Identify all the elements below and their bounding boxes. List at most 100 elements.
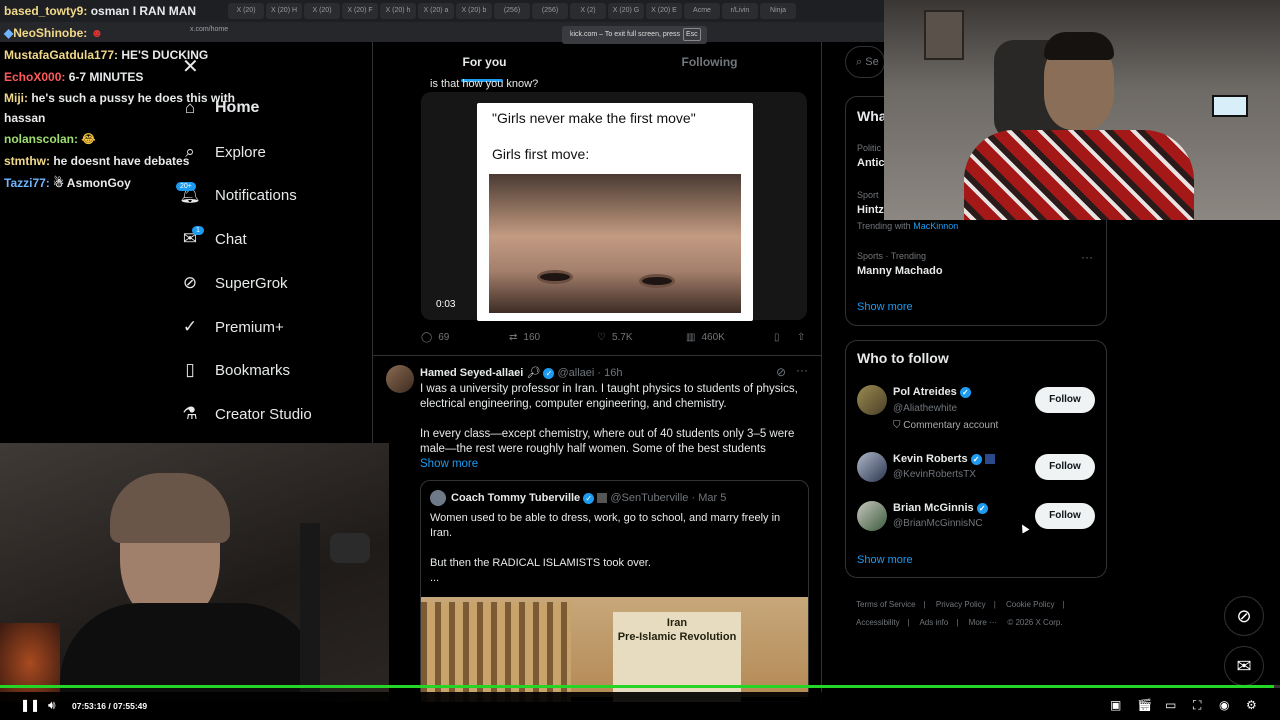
- grok-icon[interactable]: ⊘: [776, 365, 786, 379]
- more-icon[interactable]: ···: [796, 363, 808, 377]
- show-more-link[interactable]: Show more: [420, 457, 800, 472]
- trends-header: Wha: [857, 108, 887, 124]
- settings-icon[interactable]: ⚙: [1246, 698, 1257, 712]
- speed-icon[interactable]: ◉: [1219, 698, 1229, 712]
- nav-premium[interactable]: ✓ Premium+: [180, 317, 284, 337]
- suggest-handle: @BrianMcGinnisNC: [893, 518, 983, 529]
- follow-button[interactable]: Follow: [1035, 503, 1095, 529]
- suggest-name[interactable]: Pol Atreides ✓: [893, 386, 971, 398]
- browser-tab[interactable]: X (20) H: [266, 3, 302, 19]
- trend-item[interactable]: Antic: [857, 157, 885, 169]
- magnifier-icon: 🔎︎: [526, 367, 541, 379]
- webcam-streamer: [0, 443, 389, 702]
- reply-button[interactable]: ◯ 69: [421, 332, 449, 343]
- footer-link[interactable]: Privacy Policy: [936, 600, 986, 609]
- author-handle[interactable]: @allaei: [558, 367, 595, 379]
- trends-show-more[interactable]: Show more: [857, 301, 913, 313]
- trend-category: Sports · Trending: [857, 251, 927, 261]
- monitor-shape: [1212, 95, 1248, 117]
- esc-key: Esc: [682, 28, 701, 41]
- laugh-emote-icon: 😂︎: [81, 132, 96, 146]
- messages-fab[interactable]: ✉: [1224, 646, 1264, 686]
- browser-tab[interactable]: (256): [532, 3, 568, 19]
- more-icon[interactable]: ···: [1081, 250, 1093, 264]
- tweet-paragraph: In every class—except chemistry, where o…: [420, 428, 795, 455]
- who-show-more[interactable]: Show more: [857, 554, 913, 566]
- avatar[interactable]: [386, 365, 414, 393]
- nav-supergrok[interactable]: ⊘ SuperGrok: [180, 273, 288, 293]
- trend-item[interactable]: Hintz: [857, 204, 884, 216]
- tweet-header: Hamed Seyed-allaei 🔎︎ ✓ @allaei · 16h: [420, 367, 623, 379]
- badge-icon: ☃: [53, 176, 64, 190]
- avatar[interactable]: [857, 385, 887, 415]
- views-button[interactable]: ▥ 460K: [686, 332, 725, 343]
- trend-item[interactable]: Manny Machado: [857, 265, 943, 277]
- grok-fab[interactable]: ⊘: [1224, 596, 1264, 636]
- browser-tab[interactable]: X (20) E: [646, 3, 682, 19]
- suggest-name[interactable]: Brian McGinnis ✓: [893, 502, 988, 514]
- browser-tab[interactable]: X (2): [570, 3, 606, 19]
- browser-tab[interactable]: X (20) a: [418, 3, 454, 19]
- tab-following[interactable]: Following: [597, 44, 822, 82]
- follow-button[interactable]: Follow: [1035, 454, 1095, 480]
- footer-link[interactable]: Terms of Service: [856, 600, 916, 609]
- avatar[interactable]: [857, 452, 887, 482]
- eye-shape: [537, 270, 573, 284]
- meme-photo: [489, 174, 741, 313]
- browser-tab[interactable]: X (20) h: [380, 3, 416, 19]
- chat-message: stmthw: he doesnt have debates: [4, 154, 190, 168]
- suggest-handle: @KevinRobertsTX: [893, 469, 976, 480]
- meme-text-2: Girls first move:: [492, 146, 590, 162]
- browser-tab[interactable]: Acme: [684, 3, 720, 19]
- fullscreen-icon[interactable]: ⛶: [1193, 698, 1201, 713]
- flannel-shirt: [964, 130, 1194, 220]
- divider: [372, 355, 822, 356]
- author-name[interactable]: Hamed Seyed-allaei: [420, 367, 523, 379]
- footer-link[interactable]: More ···: [969, 618, 997, 627]
- microphone-shape: [330, 533, 370, 563]
- repost-button[interactable]: ⇄ 160: [509, 332, 540, 343]
- tweet-time[interactable]: 16h: [604, 367, 622, 379]
- chat-message: Miji: he's such a pussy he does this wit…: [4, 91, 235, 125]
- browser-tab[interactable]: X (20): [304, 3, 340, 19]
- footer-links: Terms of Service | Privacy Policy | Cookie…: [856, 600, 1065, 627]
- flag-icon: [984, 454, 995, 465]
- bookmark-button[interactable]: ▯: [774, 332, 780, 343]
- chat-message: nolanscolan: 😂︎: [4, 132, 96, 146]
- bookmark-icon: ▯: [185, 360, 195, 379]
- follow-button[interactable]: Follow: [1035, 387, 1095, 413]
- clip-icon[interactable]: 🎬︎: [1137, 698, 1152, 712]
- repost-icon: ⇄: [509, 332, 518, 343]
- miniplayer-icon[interactable]: ▣: [1110, 698, 1121, 712]
- footer-link[interactable]: Accessibility: [856, 618, 900, 627]
- browser-tab[interactable]: Ninja: [760, 3, 796, 19]
- search-icon: ⌕: [856, 56, 863, 68]
- suggest-name[interactable]: Kevin Roberts ✓: [893, 453, 995, 465]
- grok-icon: ⊘: [1236, 605, 1252, 626]
- footer-link[interactable]: Cookie Policy: [1006, 600, 1054, 609]
- volume-icon[interactable]: 🔊︎: [48, 698, 56, 713]
- feed-tabs: For you Following: [372, 44, 822, 82]
- browser-tab[interactable]: (256): [494, 3, 530, 19]
- who-to-follow-header: Who to follow: [857, 350, 949, 366]
- share-button[interactable]: ⇧: [797, 332, 805, 343]
- theater-icon[interactable]: ▭: [1165, 698, 1176, 712]
- trend-category: Sport: [857, 190, 879, 200]
- browser-tab[interactable]: X (20) G: [608, 3, 644, 19]
- copyright: © 2026 X Corp.: [1007, 618, 1063, 627]
- search-input[interactable]: ⌕ Se: [845, 46, 885, 78]
- nav-creator-studio[interactable]: ⚗ Creator Studio: [180, 404, 311, 424]
- flag-icon: [597, 493, 608, 504]
- nav-bookmarks[interactable]: ▯ Bookmarks: [180, 360, 290, 380]
- pause-icon[interactable]: ❚❚: [20, 698, 40, 712]
- browser-tab[interactable]: X (20) F: [342, 3, 378, 19]
- avatar[interactable]: [857, 501, 887, 531]
- trend-link[interactable]: MacKinnon: [913, 221, 958, 231]
- browser-tab[interactable]: X (20) b: [456, 3, 492, 19]
- footer-link[interactable]: Ads info: [919, 618, 948, 627]
- nav-chat[interactable]: ✉ Chat: [180, 229, 247, 249]
- tab-for-you[interactable]: For you: [372, 44, 597, 82]
- like-button[interactable]: ♡ 5.7K: [597, 332, 633, 343]
- demon-emote-icon: ☻: [90, 26, 104, 40]
- browser-tab[interactable]: r/Livin: [722, 3, 758, 19]
